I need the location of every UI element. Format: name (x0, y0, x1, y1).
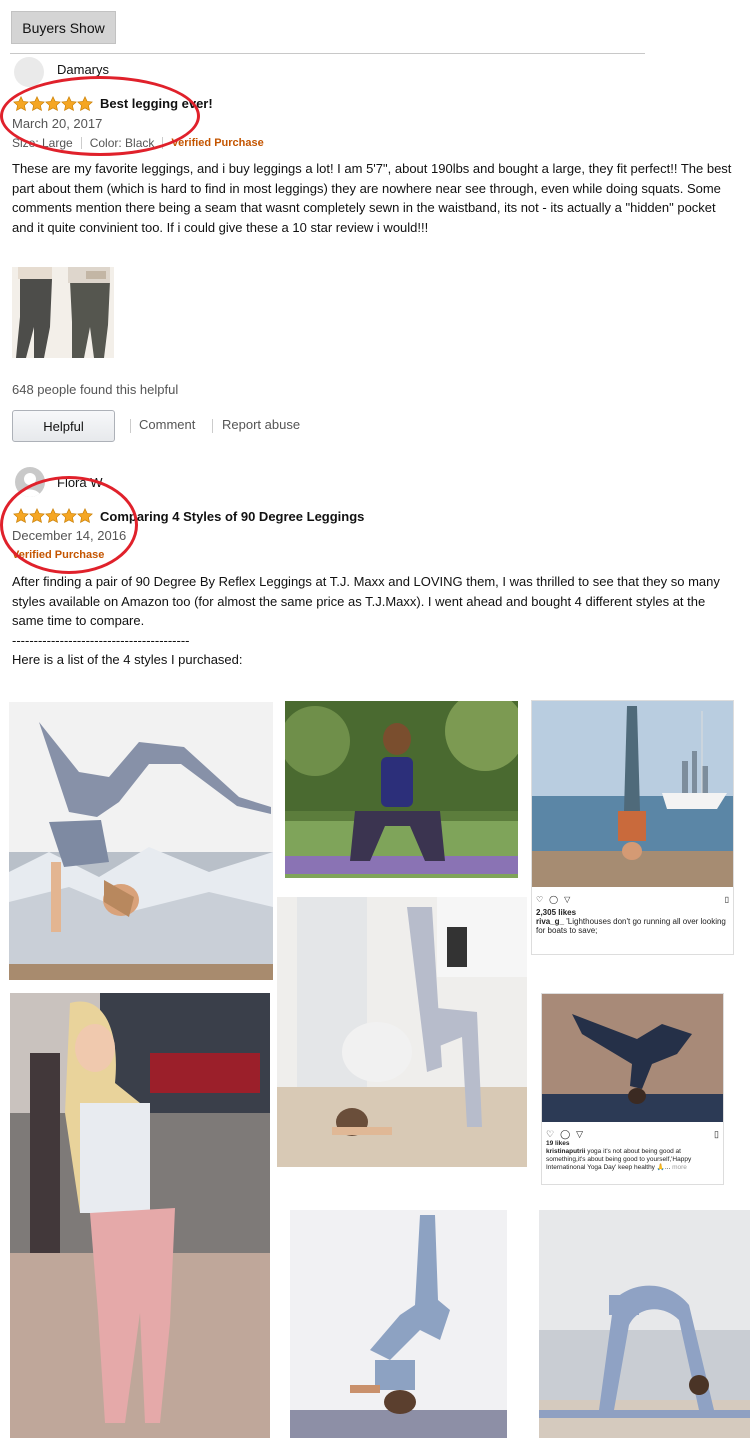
highlight-circle (0, 76, 200, 156)
buyers-show-tab[interactable]: Buyers Show (11, 11, 116, 44)
instagram-caption-area: ♡ ◯ ▽ ▯ 2,305 likes riva_g_ 'Lighthouses… (532, 892, 733, 938)
review-photo[interactable] (277, 897, 527, 1167)
instagram-likes: 2,305 likes (536, 908, 577, 917)
review-photo[interactable] (10, 993, 270, 1438)
instagram-user[interactable]: kristinaputrii (546, 1148, 585, 1155)
instagram-post[interactable]: ♡ ◯ ▽ ▯ 19 likes kristinaputrii yoga it'… (541, 993, 724, 1185)
street-style-photo-image (10, 993, 270, 1438)
instagram-user[interactable]: riva_g_ (536, 917, 564, 926)
review-photo[interactable] (539, 1210, 750, 1438)
leggings-photo-image (12, 267, 114, 358)
yoga-pose-photo-image (290, 1210, 507, 1438)
yoga-pose-photo-image (285, 701, 518, 878)
review-separator: ----------------------------------------… (12, 632, 190, 648)
report-abuse-link[interactable]: Report abuse (222, 417, 300, 432)
instagram-caption-area: ♡ ◯ ▽ ▯ 19 likes kristinaputrii yoga it'… (542, 1127, 723, 1175)
heart-icon[interactable]: ♡ (536, 895, 543, 904)
review-photo[interactable] (12, 267, 114, 358)
instagram-caption: 'Lighthouses don't go running all over l… (536, 917, 726, 935)
highlight-circle (0, 476, 138, 574)
helpful-button[interactable]: Helpful (12, 410, 115, 442)
yoga-pose-photo-image (539, 1210, 750, 1438)
review-paragraph: After finding a pair of 90 Degree By Ref… (12, 574, 720, 628)
action-divider (212, 419, 213, 433)
avatar (14, 57, 44, 87)
review-body: After finding a pair of 90 Degree By Ref… (12, 572, 724, 670)
comment-link[interactable]: Comment (139, 417, 195, 432)
yoga-pose-photo-image (277, 897, 527, 1167)
share-icon[interactable]: ▽ (564, 895, 570, 904)
instagram-likes: 19 likes (546, 1140, 570, 1147)
share-icon[interactable]: ▽ (576, 1130, 583, 1139)
instagram-more-link[interactable]: more (672, 1164, 687, 1171)
header-divider (10, 53, 645, 54)
action-divider (130, 419, 131, 433)
heart-icon[interactable]: ♡ (546, 1130, 554, 1139)
verified-purchase-badge: Verified Purchase (171, 137, 264, 149)
review-title[interactable]: Comparing 4 Styles of 90 Degree Leggings (100, 509, 364, 524)
yoga-pose-photo-image (9, 702, 273, 980)
scorpion-pose-photo-image (542, 994, 723, 1122)
review-photo[interactable] (285, 701, 518, 878)
reviewer-name[interactable]: Damarys (57, 62, 109, 77)
review-photo[interactable] (290, 1210, 507, 1438)
bookmark-icon[interactable]: ▯ (714, 1130, 719, 1139)
helpful-count: 648 people found this helpful (12, 382, 179, 397)
handstand-photo-image (532, 701, 733, 887)
instagram-actions: ♡ ◯ ▽ ▯ (536, 895, 729, 904)
instagram-post[interactable]: ♡ ◯ ▽ ▯ 2,305 likes riva_g_ 'Lighthouses… (531, 700, 734, 955)
review-photo[interactable] (9, 702, 273, 980)
comment-icon[interactable]: ◯ (560, 1130, 570, 1139)
review-paragraph: Here is a list of the 4 styles I purchas… (12, 652, 243, 667)
bookmark-icon[interactable]: ▯ (725, 895, 729, 904)
review-body: These are my favorite leggings, and i bu… (12, 161, 732, 235)
comment-icon[interactable]: ◯ (549, 895, 558, 904)
instagram-actions: ♡ ◯ ▽ ▯ (546, 1130, 719, 1139)
